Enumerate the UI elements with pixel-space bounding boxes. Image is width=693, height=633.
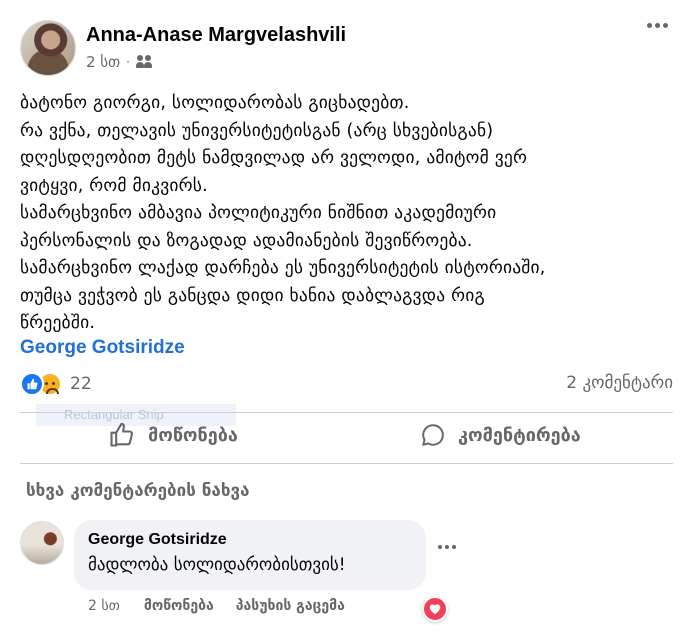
like-button[interactable]: მოწონება bbox=[108, 418, 238, 452]
post-text-line: პერსონალის და ზოგადად ადამიანების შევიწრ… bbox=[20, 230, 473, 251]
post-text-line: ბატონო გიორგი, სოლიდარობას გიცხადებთ. bbox=[20, 93, 410, 113]
post-header: Anna-Anase Margvelashvili 2 სთ · bbox=[20, 20, 680, 78]
more-dot-icon bbox=[654, 22, 660, 28]
commenter-avatar[interactable] bbox=[20, 521, 64, 565]
friends-icon[interactable] bbox=[136, 55, 154, 69]
post-text-line: წრეებში. bbox=[20, 313, 96, 333]
post-text-line: სამარცხვინო ამბავია პოლიტიკური ნიშნით აკ… bbox=[20, 203, 497, 223]
heart-icon[interactable] bbox=[422, 596, 448, 622]
comment-bubble: George Gotsiridze მადლობა სოლიდარობისთვი… bbox=[74, 520, 426, 590]
comment-reply-button[interactable]: პასუხის გაცემა bbox=[236, 598, 345, 614]
more-dot-icon bbox=[438, 545, 442, 549]
comment-bubble-icon bbox=[422, 424, 444, 446]
comment-like-button[interactable]: მოწონება bbox=[144, 598, 214, 614]
comment-text: მადლობა სოლიდარობისთვის! bbox=[88, 555, 346, 575]
more-dot-icon bbox=[452, 545, 456, 549]
view-more-comments[interactable]: სხვა კომენტარების ნახვა bbox=[26, 481, 250, 501]
comment-time[interactable]: 2 სთ bbox=[88, 598, 120, 614]
more-dot-icon bbox=[445, 545, 449, 549]
more-dot-icon bbox=[662, 22, 668, 28]
post-text-line: რა ვქნა, თელავის უნივერსიტეტისგან (არც ს… bbox=[20, 120, 494, 141]
more-dot-icon bbox=[646, 22, 652, 28]
comment-button[interactable]: კომენტირება bbox=[420, 418, 581, 452]
comment-author[interactable]: George Gotsiridze bbox=[88, 531, 412, 549]
post-text-line: დღესდღეობით მეტს ნამდვილად არ ველოდი, ამ… bbox=[20, 148, 528, 168]
like-button-label: მოწონება bbox=[148, 424, 238, 446]
reaction-count: 22 bbox=[70, 374, 92, 394]
reactions-summary[interactable]: 22 bbox=[20, 372, 92, 396]
post-options-button[interactable] bbox=[641, 12, 673, 38]
comment-options-button[interactable] bbox=[438, 545, 456, 549]
comment-actions: 2 სთ მოწონება პასუხის გაცემა bbox=[88, 598, 345, 614]
comment-count-link[interactable]: 2 კომენტარი bbox=[566, 373, 673, 393]
post-meta: 2 სთ · bbox=[86, 53, 154, 71]
post-text-line: თუმცა ვეჭვობ ეს განცდა დიდი ხანია დაბლაგ… bbox=[20, 285, 485, 306]
comment-button-label: კომენტირება bbox=[458, 424, 581, 446]
thumbs-up-icon bbox=[110, 422, 134, 447]
post-text-line: სამარცხვინო ლაქად დარჩება ეს უნივერსიტეტ… bbox=[20, 258, 546, 278]
post-author-name[interactable]: Anna-Anase Margvelashvili bbox=[86, 24, 346, 47]
post-time[interactable]: 2 სთ bbox=[86, 53, 120, 71]
meta-separator: · bbox=[126, 55, 130, 69]
mention-link[interactable]: George Gotsiridze bbox=[20, 337, 185, 359]
post-text-line: ვიტყვი, რომ მიკვირს. bbox=[20, 175, 208, 196]
divider bbox=[20, 463, 673, 464]
like-icon bbox=[20, 372, 44, 396]
author-avatar[interactable] bbox=[20, 20, 76, 76]
post-text: ბატონო გიორგი, სოლიდარობას გიცხადებთ. რა… bbox=[20, 90, 680, 338]
divider bbox=[20, 412, 673, 413]
